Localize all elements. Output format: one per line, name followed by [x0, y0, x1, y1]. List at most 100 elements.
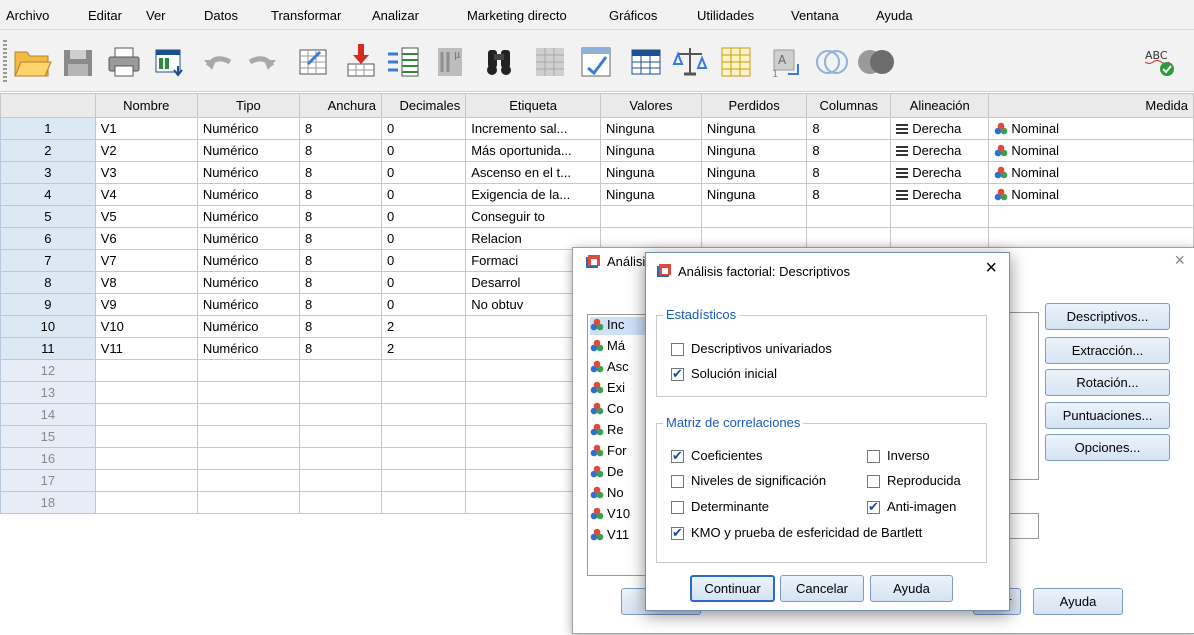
- redo-icon[interactable]: [242, 42, 282, 80]
- cell-perdidos[interactable]: Ninguna: [700, 117, 808, 140]
- cell-nombre[interactable]: V5: [94, 205, 198, 228]
- cell-valores[interactable]: Ninguna: [600, 139, 702, 162]
- extraccion-button[interactable]: Extracción...: [1045, 337, 1170, 364]
- descriptivos-univariados-label[interactable]: Descriptivos univariados: [691, 341, 832, 356]
- menu-utilidades[interactable]: Utilidades: [697, 8, 754, 23]
- empty-cell[interactable]: [298, 447, 382, 470]
- recall-dialog-icon[interactable]: [150, 42, 190, 80]
- empty-cell[interactable]: [298, 469, 382, 492]
- cell-etiqueta[interactable]: Más oportunida...: [465, 139, 602, 162]
- puntuaciones-button[interactable]: Puntuaciones...: [1045, 402, 1170, 429]
- cell-decimales[interactable]: 2: [380, 337, 467, 360]
- col-perdidos[interactable]: Perdidos: [700, 93, 808, 118]
- empty-cell[interactable]: [298, 359, 382, 382]
- empty-cell[interactable]: [380, 469, 467, 492]
- empty-cell[interactable]: [196, 469, 300, 492]
- empty-cell[interactable]: [380, 425, 467, 448]
- variable-list-item[interactable]: For: [590, 443, 627, 461]
- row-header[interactable]: 3: [0, 161, 96, 184]
- determinante-checkbox[interactable]: [671, 501, 684, 514]
- insert-cases-icon[interactable]: [530, 42, 570, 80]
- cell-nombre[interactable]: V11: [94, 337, 198, 360]
- col-valores[interactable]: Valores: [600, 93, 702, 118]
- row-header[interactable]: 12: [0, 359, 96, 382]
- run-descriptives-icon[interactable]: μ: [430, 42, 470, 80]
- cell-alineacion[interactable]: [890, 205, 990, 228]
- cell-perdidos[interactable]: Ninguna: [700, 161, 808, 184]
- open-icon[interactable]: [12, 42, 52, 80]
- cell-tipo[interactable]: Numérico: [196, 271, 300, 294]
- cell-anchura[interactable]: 8: [298, 139, 382, 162]
- rotacion-button[interactable]: Rotación...: [1045, 369, 1170, 396]
- cell-alineacion[interactable]: Derecha: [890, 139, 990, 162]
- cell-nombre[interactable]: V2: [94, 139, 198, 162]
- menu-editar[interactable]: Editar: [88, 8, 122, 23]
- menu-archivo[interactable]: Archivo: [6, 8, 49, 23]
- empty-cell[interactable]: [94, 381, 198, 404]
- empty-cell[interactable]: [380, 447, 467, 470]
- cell-decimales[interactable]: 0: [380, 205, 467, 228]
- weight-cases-icon[interactable]: [670, 42, 710, 80]
- find-icon[interactable]: [480, 42, 520, 80]
- empty-cell[interactable]: [196, 447, 300, 470]
- row-header[interactable]: 5: [0, 205, 96, 228]
- cell-etiqueta[interactable]: Exigencia de la...: [465, 183, 602, 206]
- menu-graficos[interactable]: Gráficos: [609, 8, 657, 23]
- cell-tipo[interactable]: Numérico: [196, 183, 300, 206]
- cell-decimales[interactable]: 0: [380, 249, 467, 272]
- cell-perdidos[interactable]: Ninguna: [700, 139, 808, 162]
- toolbar-grip[interactable]: [3, 40, 7, 84]
- empty-cell[interactable]: [94, 491, 198, 514]
- cell-valores[interactable]: Ninguna: [600, 161, 702, 184]
- cell-etiqueta[interactable]: Conseguir to: [465, 205, 602, 228]
- empty-cell[interactable]: [196, 359, 300, 382]
- goto-variable-icon[interactable]: [340, 42, 380, 80]
- corner-cell[interactable]: [0, 93, 96, 118]
- row-header[interactable]: 1: [0, 117, 96, 140]
- inverso-checkbox[interactable]: [867, 450, 880, 463]
- empty-cell[interactable]: [94, 425, 198, 448]
- cell-decimales[interactable]: 0: [380, 139, 467, 162]
- anti-imagen-checkbox[interactable]: [867, 499, 880, 515]
- cell-tipo[interactable]: Numérico: [196, 161, 300, 184]
- empty-cell[interactable]: [298, 425, 382, 448]
- continuar-button[interactable]: Continuar: [690, 575, 775, 602]
- row-header[interactable]: 9: [0, 293, 96, 316]
- menu-transformar[interactable]: Transformar: [271, 8, 341, 23]
- cancelar-button[interactable]: Cancelar: [780, 575, 864, 602]
- insert-variable-icon[interactable]: [576, 42, 616, 80]
- cell-anchura[interactable]: 8: [298, 337, 382, 360]
- col-decimales[interactable]: Decimales: [380, 93, 467, 118]
- cell-anchura[interactable]: 8: [298, 205, 382, 228]
- variable-list-item[interactable]: Co: [590, 401, 624, 419]
- row-header[interactable]: 7: [0, 249, 96, 272]
- empty-cell[interactable]: [94, 469, 198, 492]
- cell-nombre[interactable]: V3: [94, 161, 198, 184]
- cell-tipo[interactable]: Numérico: [196, 249, 300, 272]
- cell-decimales[interactable]: 0: [380, 227, 467, 250]
- coeficientes-checkbox[interactable]: [671, 448, 684, 464]
- variables-icon[interactable]: [384, 42, 424, 80]
- niveles-significacion-label[interactable]: Niveles de significación: [691, 473, 826, 488]
- cell-tipo[interactable]: Numérico: [196, 337, 300, 360]
- row-header[interactable]: 4: [0, 183, 96, 206]
- solucion-inicial-label[interactable]: Solución inicial: [691, 366, 777, 381]
- variable-list-item[interactable]: No: [590, 485, 624, 503]
- cell-columnas[interactable]: [806, 205, 892, 228]
- empty-cell[interactable]: [298, 381, 382, 404]
- cell-tipo[interactable]: Numérico: [196, 293, 300, 316]
- empty-cell[interactable]: [196, 425, 300, 448]
- menu-analizar[interactable]: Analizar: [372, 8, 419, 23]
- opciones-button[interactable]: Opciones...: [1045, 434, 1170, 461]
- empty-cell[interactable]: [298, 403, 382, 426]
- cell-medida[interactable]: Nominal: [988, 139, 1194, 162]
- col-nombre[interactable]: Nombre: [94, 93, 198, 118]
- col-tipo[interactable]: Tipo: [196, 93, 300, 118]
- row-header[interactable]: 18: [0, 491, 96, 514]
- col-etiqueta[interactable]: Etiqueta: [465, 93, 602, 118]
- cell-valores[interactable]: Ninguna: [600, 183, 702, 206]
- niveles-significacion-checkbox[interactable]: [671, 475, 684, 488]
- kmo-bartlett-label[interactable]: KMO y prueba de esfericidad de Bartlett: [691, 525, 922, 540]
- descriptivos-univariados-checkbox[interactable]: [671, 343, 684, 356]
- cell-medida[interactable]: Nominal: [988, 117, 1194, 140]
